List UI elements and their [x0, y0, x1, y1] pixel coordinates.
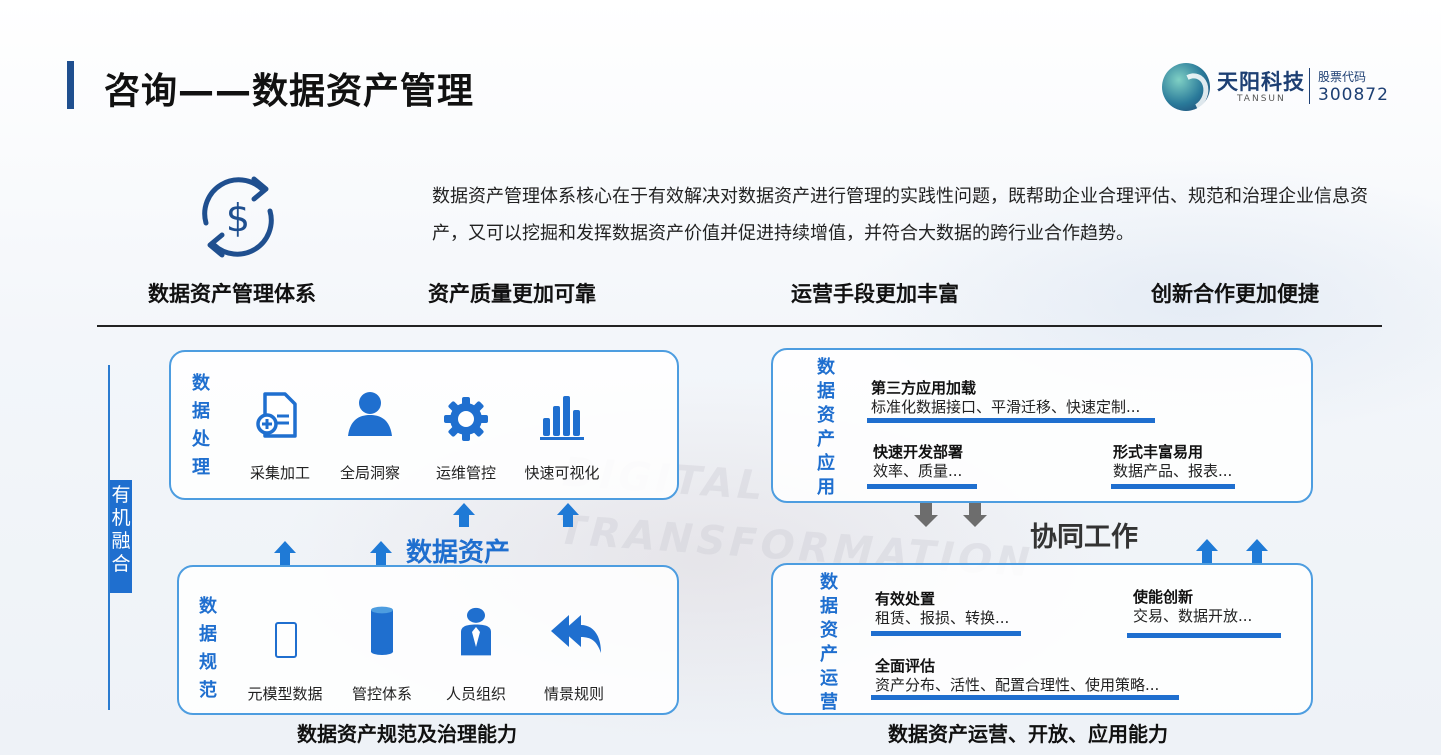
stock-label: 股票代码 — [1318, 70, 1367, 84]
left-caption: 数据资产规范及治理能力 — [297, 722, 517, 746]
feature-underline — [867, 418, 1155, 423]
feature-underline — [1127, 633, 1281, 638]
data-processing-panel: 数据处理 采集加工 全局洞察 运维管控 快速可视化 — [169, 350, 679, 500]
cylinder-icon — [371, 606, 393, 655]
data-standard-panel: 数据规范 元模型数据 管控体系 人员组织 情景规则 — [177, 565, 679, 715]
feature-desc: 效率、质量... — [873, 462, 963, 480]
data-operation-title: 数据资产运营 — [820, 572, 838, 713]
arrow-up-icon — [1196, 539, 1218, 563]
feature-underline — [1111, 484, 1235, 489]
title-accent-bar — [67, 61, 74, 109]
pillar-operation: 运营手段更加丰富 — [791, 282, 959, 306]
pillar-quality: 资产质量更加可靠 — [428, 282, 596, 306]
page-title: 咨询——数据资产管理 — [104, 71, 475, 112]
arrow-up-icon — [1246, 539, 1268, 563]
feature-desc: 数据产品、报表... — [1113, 462, 1233, 480]
right-caption: 数据资产运营、开放、应用能力 — [888, 722, 1168, 746]
bar-chart-icon — [540, 396, 584, 440]
feature-title: 形式丰富易用 — [1113, 443, 1204, 461]
item-label-insight: 全局洞察 — [339, 464, 400, 482]
feature-underline — [871, 695, 1179, 700]
feature-desc: 资产分布、活性、配置合理性、使用策略... — [875, 676, 1160, 694]
item-label-rules: 情景规则 — [543, 685, 604, 703]
item-label-visualize: 快速可视化 — [524, 464, 600, 482]
feature-title: 第三方应用加载 — [871, 379, 977, 397]
feature-desc: 租赁、报损、转换... — [875, 609, 1010, 627]
pillar-innovation: 创新合作更加便捷 — [1151, 282, 1319, 306]
brand-divider — [1309, 68, 1310, 104]
arrow-up-icon — [557, 503, 579, 527]
data-standard-title: 数据规范 — [199, 596, 217, 701]
data-operation-panel: 数据资产运营 有效处置 租赁、报损、转换... 使能创新 交易、数据开放... … — [771, 563, 1313, 715]
feature-title: 使能创新 — [1133, 588, 1194, 606]
item-label-people: 人员组织 — [445, 685, 506, 703]
arrow-up-icon — [370, 541, 392, 565]
arrow-down-icon — [914, 503, 938, 527]
rectangle-icon — [275, 622, 297, 658]
feature-title: 全面评估 — [875, 657, 936, 675]
feature-underline — [871, 631, 1021, 636]
dollar-cycle-icon: $ — [202, 176, 274, 258]
document-add-icon — [256, 392, 297, 438]
svg-text:$: $ — [226, 196, 250, 240]
feature-title: 快速开发部署 — [873, 443, 964, 461]
reply-all-icon — [551, 615, 601, 653]
item-label-metamodel: 元模型数据 — [247, 685, 323, 703]
user-icon — [348, 392, 392, 436]
data-application-panel: 数据资产应用 第三方应用加载 标准化数据接口、平滑迁移、快速定制... 快速开发… — [771, 348, 1313, 503]
arrow-up-icon — [453, 503, 475, 527]
brand-logo-icon — [1162, 63, 1210, 111]
collaboration-label: 协同工作 — [1030, 522, 1138, 553]
data-processing-title: 数据处理 — [192, 373, 210, 478]
stock-code: 300872 — [1318, 85, 1389, 105]
brand-name-en: TANSUN — [1237, 94, 1286, 104]
intro-paragraph: 数据资产管理体系核心在于有效解决对数据资产进行管理的实践性问题，既帮助企业合理评… — [432, 186, 1368, 244]
pillar-management-system: 数据资产管理体系 — [148, 282, 316, 306]
feature-underline — [867, 484, 977, 489]
feature-desc: 标准化数据接口、平滑迁移、快速定制... — [871, 398, 1141, 416]
brand-name-cn: 天阳科技 — [1217, 70, 1305, 94]
feature-title: 有效处置 — [875, 590, 936, 608]
person-tie-icon — [461, 607, 491, 656]
feature-desc: 交易、数据开放... — [1133, 607, 1253, 625]
organic-merge-label: 有机融合 — [110, 480, 132, 593]
section-divider — [97, 325, 1382, 327]
arrow-up-icon — [274, 541, 296, 565]
arrow-down-icon — [963, 503, 987, 527]
data-application-title: 数据资产应用 — [817, 357, 835, 498]
gear-icon — [444, 397, 488, 441]
data-asset-label: 数据资产 — [406, 538, 511, 568]
item-label-ops: 运维管控 — [435, 464, 496, 482]
